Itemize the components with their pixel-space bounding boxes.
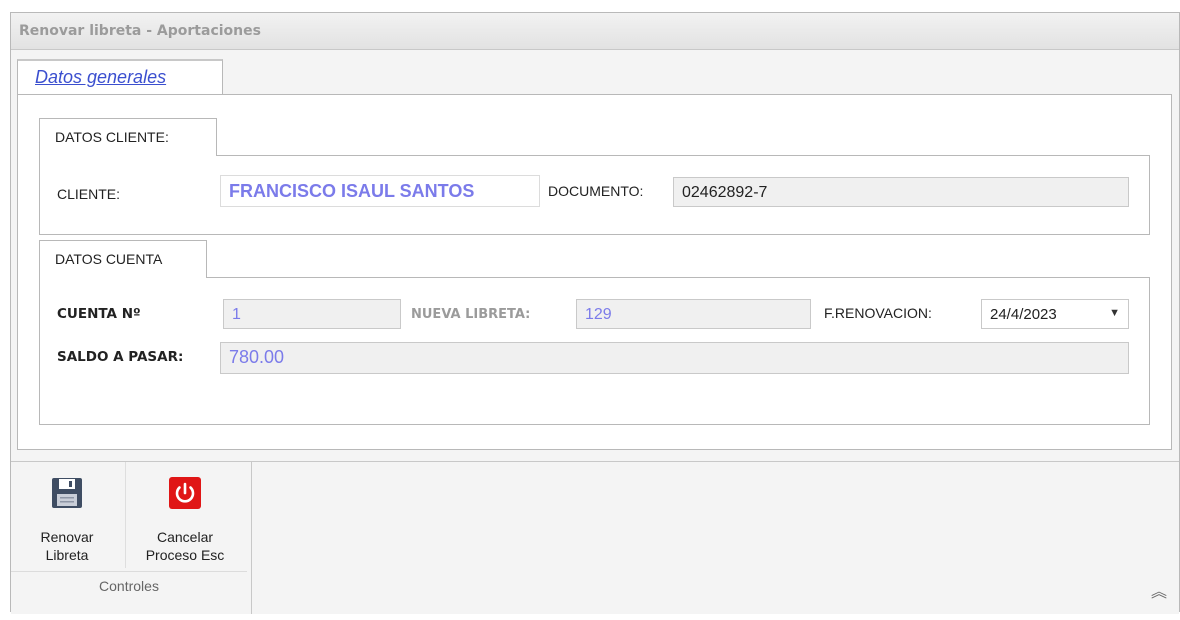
nueva-libreta-label: NUEVA LIBRETA: xyxy=(411,307,531,322)
group-tab-datos-cliente: DATOS CLIENTE: xyxy=(39,118,217,156)
ribbon-group-end-divider xyxy=(251,462,252,614)
tab-panel-datos-generales: DATOS CLIENTE: CLIENTE: FRANCISCO ISAUL … xyxy=(17,94,1172,450)
cliente-value: FRANCISCO ISAUL SANTOS xyxy=(229,181,475,201)
ribbon-group-label: Controles xyxy=(99,578,159,594)
renovacion-value: 24/4/2023 xyxy=(990,306,1057,323)
renovacion-label: F.RENOVACION: xyxy=(824,305,932,321)
cliente-label: CLIENTE: xyxy=(57,186,121,202)
saldo-value: 780.00 xyxy=(229,347,285,367)
tab-datos-generales-label[interactable]: Datos generales xyxy=(35,67,166,88)
chevron-up-icon[interactable]: ︽ xyxy=(1151,578,1167,602)
cancelar-proceso-label-line2: Proceso Esc xyxy=(145,547,225,563)
title-bar: Renovar libreta - Aportaciones xyxy=(11,13,1179,50)
dropdown-arrow-icon[interactable]: ▼ xyxy=(1109,307,1120,319)
saldo-label: SALDO A PASAR: xyxy=(57,349,184,365)
cuenta-label: CUENTA Nº xyxy=(57,306,141,322)
renovar-libreta-button[interactable]: Renovar Libreta xyxy=(17,472,117,587)
cuenta-field[interactable]: 1 xyxy=(223,299,401,329)
window-title: Renovar libreta - Aportaciones xyxy=(19,23,261,39)
group-tab-datos-cuenta: DATOS CUENTA xyxy=(39,240,207,278)
documento-field[interactable]: 02462892-7 xyxy=(673,177,1129,207)
save-icon xyxy=(52,478,82,508)
renovar-libreta-window: Renovar libreta - Aportaciones Datos gen… xyxy=(10,12,1180,614)
group-label-datos-cliente: DATOS CLIENTE: xyxy=(55,129,169,145)
renovar-libreta-label-line1: Renovar xyxy=(40,529,94,545)
nueva-libreta-field[interactable]: 129 xyxy=(576,299,811,329)
tab-datos-generales[interactable]: Datos generales xyxy=(17,59,223,95)
cliente-field: FRANCISCO ISAUL SANTOS xyxy=(220,175,540,207)
power-icon xyxy=(169,477,201,509)
renovacion-date-picker[interactable]: 24/4/2023 ▼ xyxy=(981,299,1129,329)
renovar-libreta-label-line2: Libreta xyxy=(45,547,89,563)
documento-value: 02462892-7 xyxy=(682,184,768,201)
documento-label: DOCUMENTO: xyxy=(548,183,644,199)
group-datos-cliente: CLIENTE: FRANCISCO ISAUL SANTOS DOCUMENT… xyxy=(39,155,1150,235)
group-label-datos-cuenta: DATOS CUENTA xyxy=(55,251,163,267)
saldo-field[interactable]: 780.00 xyxy=(220,342,1129,374)
ribbon: Renovar Libreta Cancelar Proceso Esc Con… xyxy=(11,461,1179,614)
cancelar-proceso-label-line1: Cancelar xyxy=(156,529,214,545)
group-datos-cuenta: CUENTA Nº 1 NUEVA LIBRETA: 129 F.RENOVAC… xyxy=(39,277,1150,425)
ribbon-separator xyxy=(125,462,126,568)
ribbon-group-divider xyxy=(11,571,247,572)
cuenta-value: 1 xyxy=(232,306,241,323)
cancelar-proceso-button[interactable]: Cancelar Proceso Esc xyxy=(135,472,235,587)
nueva-libreta-value: 129 xyxy=(585,306,612,323)
